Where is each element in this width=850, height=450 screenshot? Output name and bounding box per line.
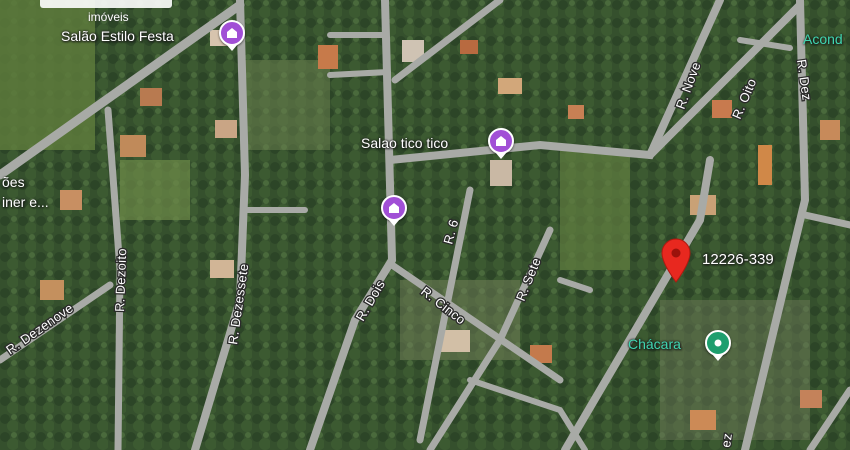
party-venue-icon[interactable] <box>381 195 407 221</box>
watermark-logo <box>40 0 172 8</box>
red-location-pin-icon[interactable] <box>659 236 693 284</box>
poi-label-chacara[interactable]: Chácara <box>628 336 681 352</box>
marker-label: 12226-339 <box>702 251 774 268</box>
poi-label-salao-estilo-festa[interactable]: Salão Estilo Festa <box>61 28 174 44</box>
grass-field <box>120 160 190 220</box>
street-label-dez-bottom: ez <box>718 432 735 448</box>
grass-field <box>560 150 630 270</box>
party-venue-icon[interactable] <box>488 128 514 154</box>
street-label-dezoito: R. Dezoito <box>112 248 129 312</box>
edge-label-left-2[interactable]: iner e... <box>2 194 49 210</box>
satellite-map[interactable]: R. Nove R. Oito R. Dez R. 6 R. Sete R. C… <box>0 0 850 450</box>
edge-label-left-1[interactable]: ões <box>2 174 25 190</box>
location-dot-icon[interactable] <box>705 330 731 356</box>
poi-label-salao-tico-tico[interactable]: Salao tico tico <box>361 135 448 151</box>
grass-field <box>0 0 95 150</box>
clearing <box>660 300 810 440</box>
party-venue-icon[interactable] <box>219 20 245 46</box>
watermark-text: imóveis <box>88 10 129 24</box>
clearing <box>240 60 330 150</box>
edge-label-top-right[interactable]: Acond <box>803 31 843 47</box>
